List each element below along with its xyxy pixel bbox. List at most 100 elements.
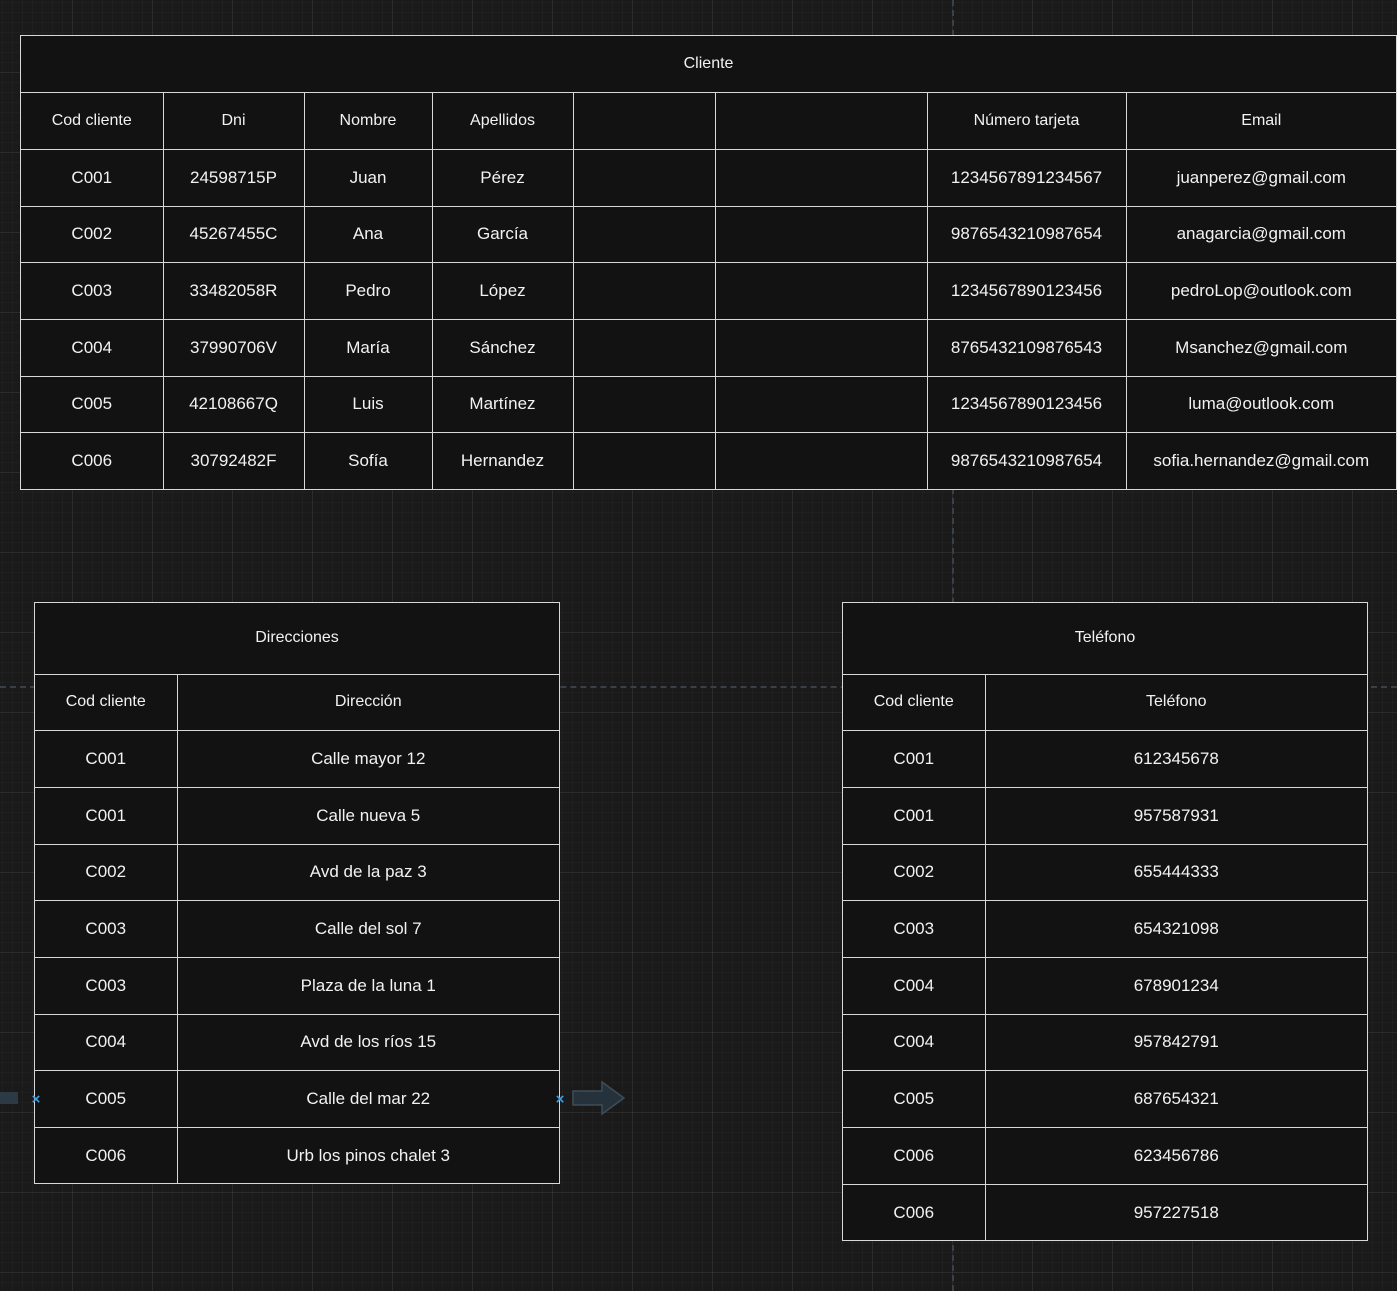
table-cell: C003 bbox=[843, 900, 986, 958]
column-header: Nombre bbox=[303, 92, 433, 150]
column-header: Apellidos bbox=[431, 92, 574, 150]
table-cell: 8765432109876543 bbox=[926, 318, 1127, 377]
connector-stub bbox=[0, 1092, 18, 1104]
table-cell: C005 bbox=[35, 1070, 178, 1128]
table-cell: Msanchez@gmail.com bbox=[1125, 318, 1397, 377]
table-cell: C005 bbox=[843, 1070, 986, 1128]
column-header: Cod cliente bbox=[843, 673, 986, 732]
table-cell: C003 bbox=[35, 900, 178, 958]
column-header: Dirección bbox=[176, 673, 559, 732]
table-cell: C004 bbox=[843, 1013, 986, 1072]
table-cell: 1234567891234567 bbox=[926, 148, 1127, 207]
column-header: Cod cliente bbox=[21, 92, 164, 150]
table-row: C002 655444333 bbox=[843, 843, 1367, 902]
table-cell: C003 bbox=[35, 956, 178, 1015]
table-cell: C002 bbox=[35, 843, 178, 902]
table-cell: C003 bbox=[21, 262, 164, 320]
table-cell: C001 bbox=[21, 148, 164, 207]
column-header: Dni bbox=[162, 92, 305, 150]
table-row: C005 687654321 bbox=[843, 1070, 1367, 1128]
table-cell: Pedro bbox=[303, 262, 433, 320]
table-row: C001 Calle mayor 12 bbox=[35, 730, 559, 788]
table-cell: C001 bbox=[843, 786, 986, 845]
table-cell: 957587931 bbox=[984, 786, 1367, 845]
table-row: C003 33482058R Pedro López 1234567890123456 p… bbox=[21, 262, 1397, 320]
table-cell: 678901234 bbox=[984, 956, 1367, 1015]
table-row: C001 957587931 bbox=[843, 786, 1367, 845]
table-cell: C001 bbox=[35, 786, 178, 845]
table-cell: C001 bbox=[35, 730, 178, 788]
column-header: Número tarjeta bbox=[926, 92, 1127, 150]
table-cell: 9876543210987654 bbox=[926, 205, 1127, 264]
table-cell: C004 bbox=[35, 1013, 178, 1072]
table-title-row: Cliente bbox=[21, 36, 1397, 94]
telefono-table[interactable]: Teléfono Cod cliente Teléfono C001 612345678… bbox=[842, 602, 1368, 1241]
cliente-grid: Cliente Cod cliente Dni Nombre Apellidos Núme… bbox=[21, 36, 1397, 490]
table-cell: C001 bbox=[843, 730, 986, 788]
table-cell: 45267455C bbox=[162, 205, 305, 264]
table-cell: Martínez bbox=[431, 375, 574, 434]
table-row: C003 654321098 bbox=[843, 900, 1367, 958]
cliente-table[interactable]: Cliente Cod cliente Dni Nombre Apellidos Núme… bbox=[20, 35, 1397, 490]
table-cell: 687654321 bbox=[984, 1070, 1367, 1128]
table-cell bbox=[714, 318, 928, 377]
table-cell: 612345678 bbox=[984, 730, 1367, 788]
column-header: Cod cliente bbox=[35, 673, 178, 732]
table-cell: 9876543210987654 bbox=[926, 432, 1127, 490]
table-cell: Sofía bbox=[303, 432, 433, 490]
table-row: C002 45267455C Ana García 9876543210987654 an… bbox=[21, 205, 1397, 264]
table-cell: Ana bbox=[303, 205, 433, 264]
direcciones-grid: Direcciones Cod cliente Dirección C001 Calle… bbox=[35, 603, 559, 1185]
table-cell: anagarcia@gmail.com bbox=[1125, 205, 1397, 264]
table-title-row: Teléfono bbox=[843, 603, 1367, 675]
table-cell: Plaza de la luna 1 bbox=[176, 956, 559, 1015]
table-row: C006 Urb los pinos chalet 3 bbox=[35, 1127, 559, 1185]
table-cell: C006 bbox=[843, 1127, 986, 1185]
arrow-right-icon[interactable] bbox=[572, 1080, 626, 1116]
column-header: Teléfono bbox=[984, 673, 1367, 732]
table-cell: 30792482F bbox=[162, 432, 305, 490]
table-cell bbox=[714, 432, 928, 490]
connection-handle-icon[interactable]: × bbox=[29, 1092, 43, 1107]
table-title-row: Direcciones bbox=[35, 603, 559, 675]
table-cell bbox=[572, 432, 716, 490]
table-header-row: Cod cliente Dni Nombre Apellidos Número tarj… bbox=[21, 92, 1397, 150]
table-cell: López bbox=[431, 262, 574, 320]
table-cell: 957227518 bbox=[984, 1183, 1367, 1241]
table-row: C004 37990706V María Sánchez 876543210987654… bbox=[21, 318, 1397, 377]
table-cell: juanperez@gmail.com bbox=[1125, 148, 1397, 207]
table-row: C001 612345678 bbox=[843, 730, 1367, 788]
table-cell: pedroLop@outlook.com bbox=[1125, 262, 1397, 320]
table-cell: 42108667Q bbox=[162, 375, 305, 434]
direcciones-table[interactable]: Direcciones Cod cliente Dirección C001 Calle… bbox=[34, 602, 560, 1185]
table-cell: Calle nueva 5 bbox=[176, 786, 559, 845]
table-cell: 1234567890123456 bbox=[926, 375, 1127, 434]
table-cell bbox=[714, 148, 928, 207]
table-cell: Calle del mar 22 bbox=[176, 1070, 559, 1128]
table-cell bbox=[572, 318, 716, 377]
table-cell: C006 bbox=[35, 1127, 178, 1185]
table-row: C006 957227518 bbox=[843, 1183, 1367, 1241]
table-row: C006 623456786 bbox=[843, 1127, 1367, 1185]
connection-handle-icon[interactable]: × bbox=[553, 1092, 567, 1107]
table-row: C003 Calle del sol 7 bbox=[35, 900, 559, 958]
column-header: Email bbox=[1125, 92, 1397, 150]
table-cell: María bbox=[303, 318, 433, 377]
table-cell: 37990706V bbox=[162, 318, 305, 377]
table-cell bbox=[572, 262, 716, 320]
table-cell: 1234567890123456 bbox=[926, 262, 1127, 320]
table-cell: 623456786 bbox=[984, 1127, 1367, 1185]
table-cell bbox=[572, 205, 716, 264]
table-row: C004 957842791 bbox=[843, 1013, 1367, 1072]
telefono-grid: Teléfono Cod cliente Teléfono C001 612345678… bbox=[843, 603, 1367, 1241]
table-cell: C004 bbox=[21, 318, 164, 377]
table-row: C004 Avd de los ríos 15 bbox=[35, 1013, 559, 1072]
table-cell: luma@outlook.com bbox=[1125, 375, 1397, 434]
table-title: Cliente bbox=[21, 36, 1397, 94]
table-cell: 33482058R bbox=[162, 262, 305, 320]
table-row: C001 24598715P Juan Pérez 1234567891234567 ju… bbox=[21, 148, 1397, 207]
table-title: Direcciones bbox=[35, 603, 559, 675]
table-cell: Hernandez bbox=[431, 432, 574, 490]
table-row: C005 Calle del mar 22 bbox=[35, 1070, 559, 1128]
table-cell: Sánchez bbox=[431, 318, 574, 377]
